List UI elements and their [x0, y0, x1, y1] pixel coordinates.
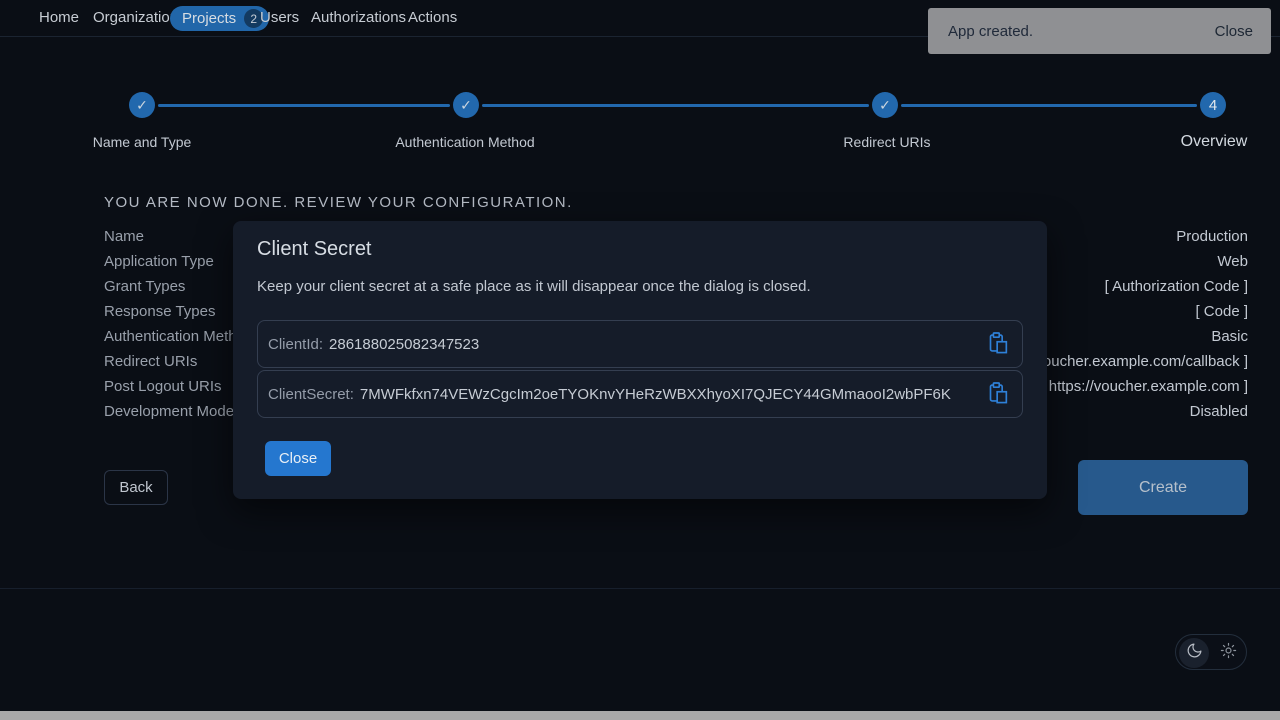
review-label: Grant Types	[104, 278, 185, 295]
client-secret-value: 7MWFkfxn74VEWzCgcIm2oeTYOKnvYHeRzWBXXhyo…	[360, 386, 951, 403]
light-mode-option[interactable]	[1213, 638, 1243, 668]
nav-item-projects[interactable]: Projects 2	[170, 6, 269, 31]
review-label: Redirect URIs	[104, 353, 197, 370]
bottom-scrollbar[interactable]	[0, 711, 1280, 720]
step-4-circle[interactable]: 4	[1200, 92, 1226, 118]
copy-client-id-button[interactable]	[988, 331, 1008, 358]
step-1-circle[interactable]: ✓	[129, 92, 155, 118]
create-button[interactable]: Create	[1078, 460, 1248, 515]
content-divider	[0, 588, 1280, 589]
review-value: [ Code ]	[1195, 303, 1248, 320]
dialog-title: Client Secret	[257, 238, 372, 261]
review-value: Disabled	[1190, 403, 1248, 420]
dialog-close-button[interactable]: Close	[265, 441, 331, 476]
clipboard-copy-icon	[988, 331, 1008, 358]
nav-item-organization[interactable]: Organization	[93, 0, 178, 36]
review-value: [ Authorization Code ]	[1105, 278, 1248, 295]
toast-message: App created.	[948, 23, 1033, 40]
review-value: [ https://voucher.example.com ]	[1040, 378, 1248, 395]
client-id-value: 286188025082347523	[329, 336, 479, 353]
nav-projects-label: Projects	[182, 6, 236, 31]
client-id-field: ClientId: 286188025082347523	[257, 320, 1023, 368]
review-label: Development Mode	[104, 403, 234, 420]
review-label: Application Type	[104, 253, 214, 270]
review-heading: YOU ARE NOW DONE. REVIEW YOUR CONFIGURAT…	[104, 194, 573, 211]
client-secret-label: ClientSecret:	[268, 386, 354, 403]
client-id-label: ClientId:	[268, 336, 323, 353]
check-icon: ✓	[460, 97, 472, 114]
back-button[interactable]: Back	[104, 470, 168, 505]
step-connector-3	[901, 104, 1197, 107]
sun-icon	[1220, 642, 1237, 664]
review-label: Post Logout URIs	[104, 378, 222, 395]
check-icon: ✓	[136, 97, 148, 114]
step-4-label: Overview	[1181, 133, 1248, 151]
clipboard-copy-icon	[988, 381, 1008, 408]
client-secret-dialog: Client Secret Keep your client secret at…	[233, 221, 1047, 499]
review-label: Response Types	[104, 303, 215, 320]
toast-notification: App created. Close	[928, 8, 1271, 54]
review-value: Web	[1217, 253, 1248, 270]
nav-item-home[interactable]: Home	[39, 0, 79, 36]
step-3-circle[interactable]: ✓	[872, 92, 898, 118]
theme-toggle	[1175, 634, 1247, 670]
step-2-label: Authentication Method	[395, 134, 534, 150]
review-value: Production	[1176, 228, 1248, 245]
toast-close-button[interactable]: Close	[1215, 23, 1253, 40]
nav-item-users[interactable]: Users	[260, 0, 299, 36]
copy-client-secret-button[interactable]	[988, 381, 1008, 408]
nav-item-actions[interactable]: Actions	[408, 0, 457, 36]
dark-mode-option[interactable]	[1179, 638, 1209, 668]
step-connector-2	[482, 104, 869, 107]
client-secret-field: ClientSecret: 7MWFkfxn74VEWzCgcIm2oeTYOK…	[257, 370, 1023, 418]
nav-item-authorizations[interactable]: Authorizations	[311, 0, 406, 36]
dialog-description: Keep your client secret at a safe place …	[257, 278, 811, 295]
moon-icon	[1186, 642, 1203, 664]
check-icon: ✓	[879, 97, 891, 114]
step-1-label: Name and Type	[93, 134, 192, 150]
review-label: Name	[104, 228, 144, 245]
step-4-number: 4	[1209, 97, 1217, 114]
step-connector-1	[158, 104, 450, 107]
review-value: Basic	[1211, 328, 1248, 345]
step-2-circle[interactable]: ✓	[453, 92, 479, 118]
step-3-label: Redirect URIs	[843, 134, 930, 150]
review-label: Authentication Method	[104, 328, 253, 345]
app-window: Home Organization Projects 2 Users Autho…	[0, 0, 1280, 720]
